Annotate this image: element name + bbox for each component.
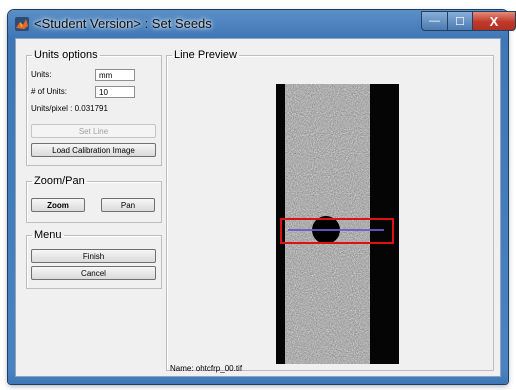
pan-button[interactable]: Pan: [101, 198, 155, 212]
title-bar[interactable]: <Student Version> : Set Seeds — ☐ X: [8, 10, 516, 38]
maximize-button[interactable]: ☐: [447, 11, 473, 31]
units-options-panel: Units options Units: mm # of Units: 10 U…: [26, 49, 162, 166]
units-label: Units:: [31, 70, 52, 79]
image-name-label: Name: ohtcfrp_00.tif: [170, 364, 243, 373]
maximize-icon: ☐: [455, 15, 465, 28]
window-title: <Student Version> : Set Seeds: [34, 16, 212, 31]
set-line-button[interactable]: Set Line: [31, 124, 156, 138]
units-input[interactable]: mm: [95, 69, 135, 81]
matlab-icon: [15, 17, 29, 31]
units-options-legend: Units options: [34, 49, 98, 61]
client-area: Units options Units: mm # of Units: 10 U…: [15, 38, 501, 377]
selection-rectangle[interactable]: [280, 218, 394, 244]
zoom-pan-panel: Zoom/Pan Zoom Pan: [26, 175, 162, 223]
seed-line[interactable]: [288, 229, 384, 231]
close-button[interactable]: X: [472, 11, 516, 31]
zoom-button[interactable]: Zoom: [31, 198, 85, 212]
line-preview-legend: Line Preview: [174, 49, 237, 61]
minimize-button[interactable]: —: [421, 11, 448, 31]
close-icon: X: [489, 13, 499, 29]
units-per-pixel-text: Units/pixel : 0.031791: [31, 104, 108, 113]
menu-legend: Menu: [34, 229, 62, 241]
zoom-pan-legend: Zoom/Pan: [34, 175, 85, 187]
application-window: <Student Version> : Set Seeds — ☐ X Unit…: [8, 10, 516, 384]
minimize-icon: —: [429, 15, 440, 27]
line-preview-panel: Line Preview Name: ohtcfrp_00.tif: [166, 49, 494, 373]
load-calibration-image-button[interactable]: Load Calibration Image: [31, 143, 156, 157]
menu-panel: Menu Finish Cancel: [26, 229, 162, 289]
num-units-label: # of Units:: [31, 87, 68, 96]
finish-button[interactable]: Finish: [31, 249, 156, 263]
cancel-button[interactable]: Cancel: [31, 266, 156, 280]
num-units-input[interactable]: 10: [95, 86, 135, 98]
